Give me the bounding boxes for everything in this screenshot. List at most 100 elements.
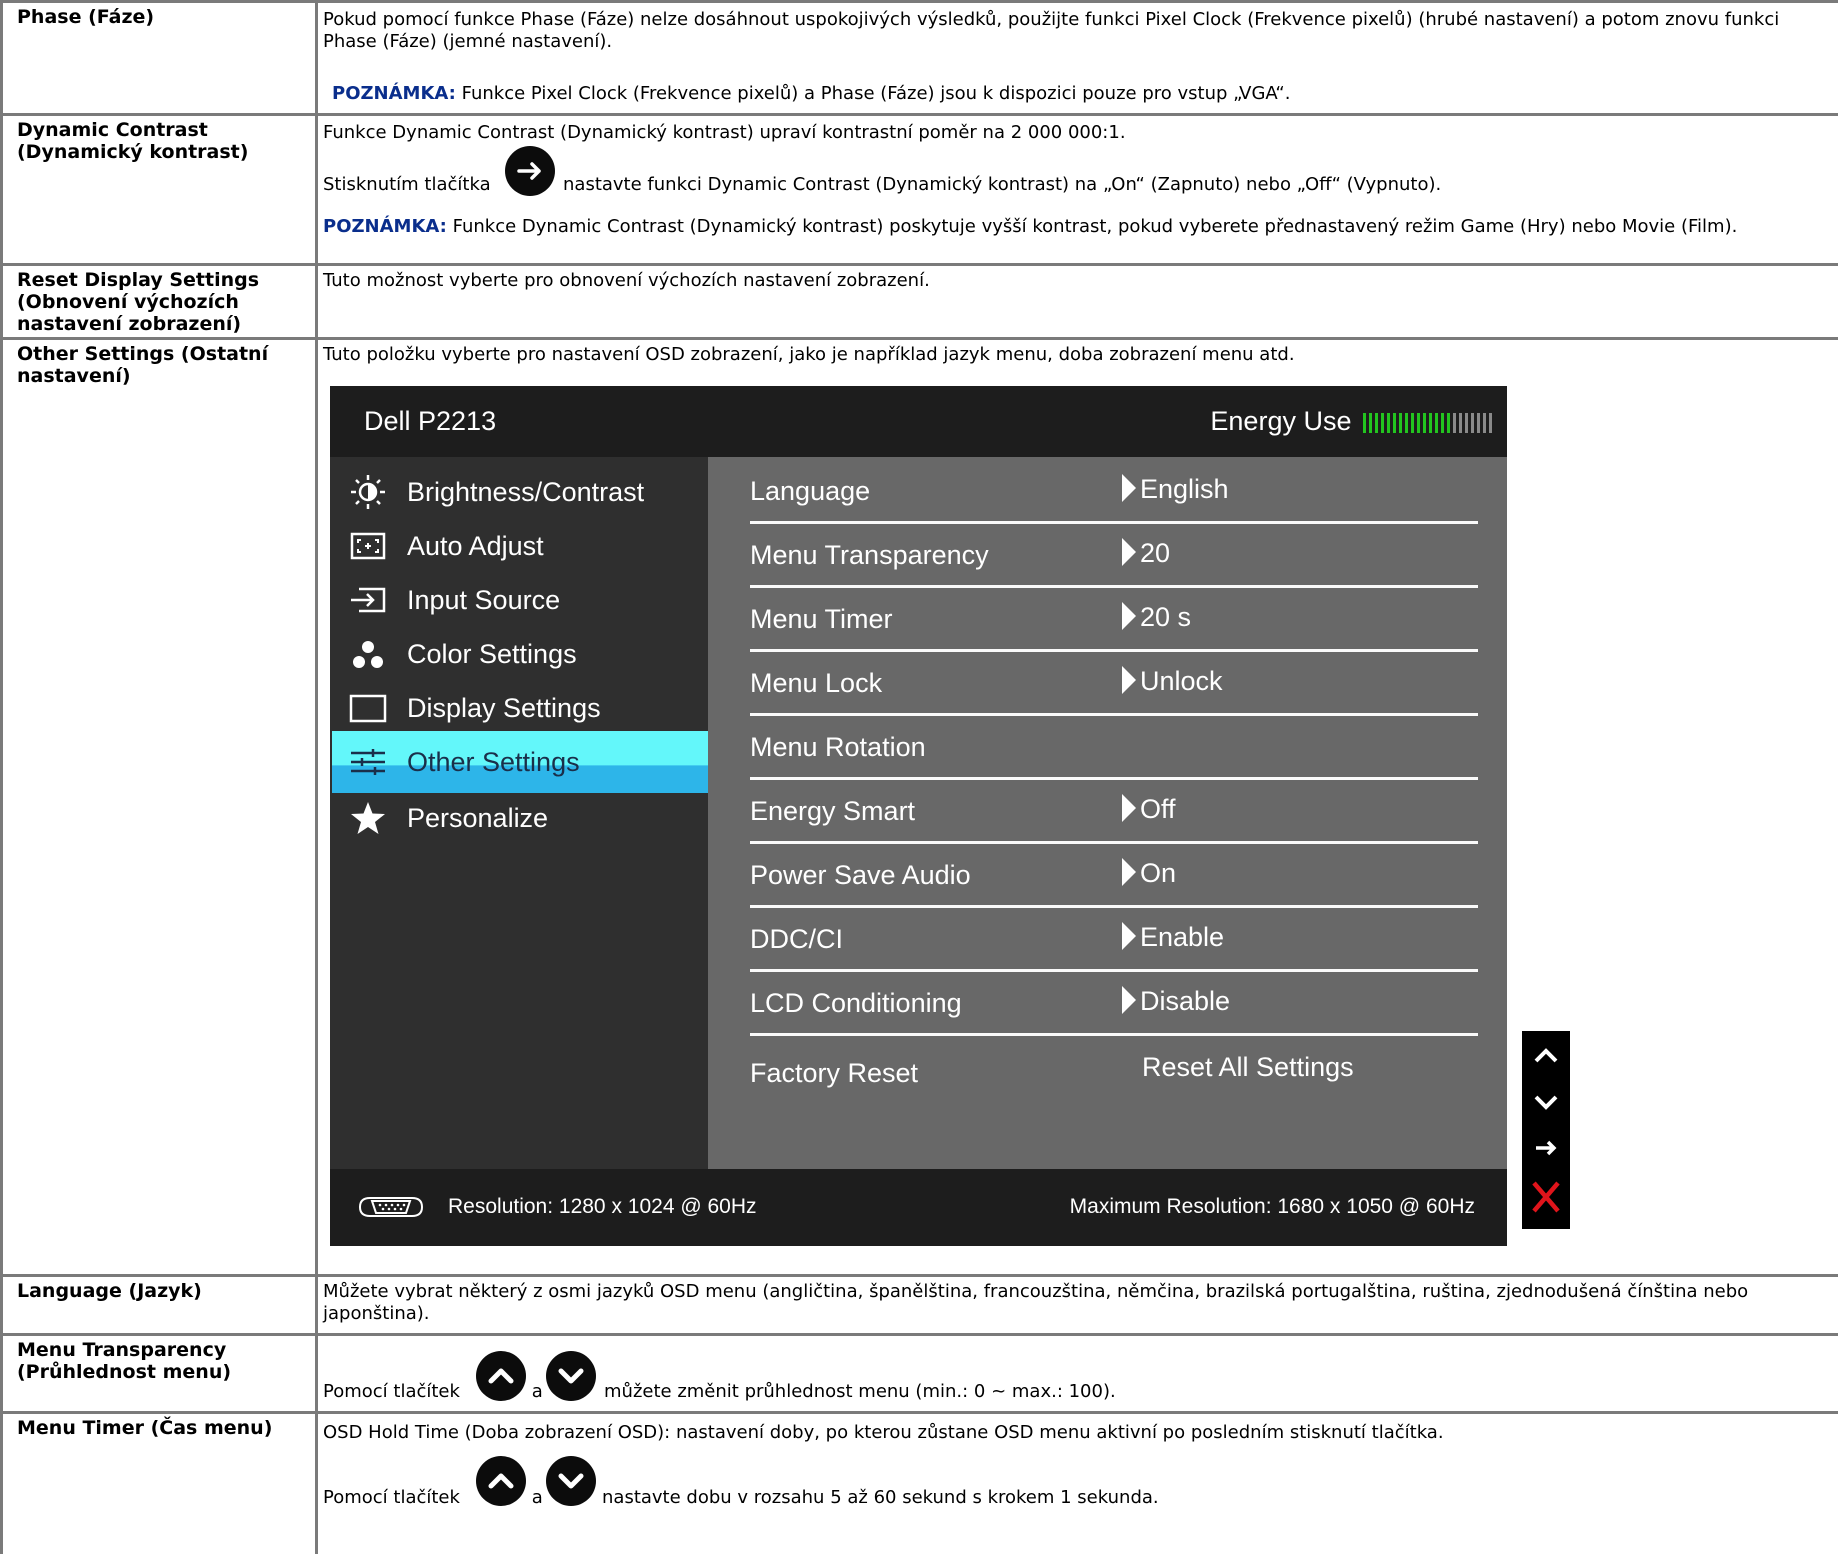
energy-meter-bar (1429, 412, 1432, 433)
osd-menu-label: Other Settings (407, 747, 580, 777)
osd-option-value: Disable (1122, 986, 1230, 1017)
osd-option-energy-smart[interactable]: Energy Smart Off (750, 780, 1478, 844)
osd-maximum-resolution: Maximum Resolution: 1680 x 1050 @ 60Hz (1069, 1195, 1475, 1218)
osd-option-name: Factory Reset (750, 1058, 919, 1088)
osd-option-name: DDC/CI (750, 924, 843, 954)
row-label-dynamic-contrast: Dynamic Contrast (Dynamický kontrast) (0, 116, 318, 263)
osd-option-name: Energy Smart (750, 796, 916, 826)
transparency-text-after: můžete změnit průhlednost menu (min.: 0 … (604, 1381, 1116, 1402)
energy-meter-bar (1441, 412, 1444, 433)
osd-title: Dell P2213 (364, 406, 497, 436)
energy-meter-bar (1423, 412, 1426, 433)
osd-menu-input-source[interactable]: Input Source (332, 569, 708, 631)
osd-left-menu: Brightness/Contrast Auto Adjust Input So… (330, 457, 708, 1169)
osd-menu-other-settings[interactable]: Other Settings (332, 731, 708, 793)
osd-option-menu-transparency[interactable]: Menu Transparency 20 (750, 524, 1478, 588)
triangle-right-icon (1122, 858, 1136, 886)
down-button-icon (546, 1351, 596, 1401)
energy-meter-bar (1387, 412, 1390, 433)
brightness-icon (351, 475, 385, 509)
dynamic-contrast-description: Funkce Dynamic Contrast (Dynamický kontr… (323, 122, 1126, 143)
osd-option-lcd-conditioning[interactable]: LCD Conditioning Disable (750, 972, 1478, 1036)
osd-menu-label: Brightness/Contrast (407, 477, 645, 507)
up-button-icon (476, 1456, 526, 1506)
row-label-menu-timer: Menu Timer (Čas menu) (0, 1414, 318, 1554)
osd-option-ddc-ci[interactable]: DDC/CI Enable (750, 908, 1478, 972)
instruction-before: Stisknutím tlačítka (323, 174, 491, 195)
down-button-icon (546, 1456, 596, 1506)
osd-menu-auto-adjust[interactable]: Auto Adjust (332, 515, 708, 577)
right-arrow-icon (1536, 1140, 1557, 1156)
instruction-after: nastavte funkci Dynamic Contrast (Dynami… (563, 174, 1442, 195)
osd-option-menu-lock[interactable]: Menu Lock Unlock (750, 652, 1478, 716)
color-settings-icon (353, 641, 383, 668)
dynamic-contrast-instruction: Stisknutím tlačítka nastavte funkci Dyna… (323, 146, 1826, 202)
other-settings-description: Tuto položku vyberte pro nastavení OSD z… (323, 344, 1295, 365)
auto-adjust-icon (350, 532, 386, 560)
close-icon (1532, 1181, 1560, 1213)
energy-meter-bar (1483, 412, 1486, 433)
transparency-text-before: Pomocí tlačítek (323, 1381, 460, 1402)
row-content-dynamic-contrast: Funkce Dynamic Contrast (Dynamický kontr… (318, 116, 1838, 263)
osd-menu-screenshot: Dell P2213 Energy Use Brightness/Contras… (330, 386, 1507, 1246)
osd-option-menu-rotation[interactable]: Menu Rotation (750, 716, 1478, 780)
row-content-language: Můžete vybrat některý z osmi jazyků OSD … (318, 1277, 1838, 1333)
energy-meter-bar (1399, 412, 1402, 433)
energy-meter-bar (1393, 412, 1396, 433)
table-row-phase: Phase (Fáze) Pokud pomocí funkce Phase (… (0, 3, 1838, 116)
osd-menu-label: Auto Adjust (407, 531, 544, 561)
osd-option-power-save-audio[interactable]: Power Save Audio On (750, 844, 1478, 908)
language-description: Můžete vybrat některý z osmi jazyků OSD … (323, 1281, 1749, 1324)
triangle-right-icon (1122, 922, 1136, 950)
right-arrow-button-icon (505, 146, 555, 196)
osd-option-name: Menu Timer (750, 604, 893, 634)
osd-menu-brightness-contrast[interactable]: Brightness/Contrast (332, 461, 708, 523)
osd-option-value: 20 s (1122, 602, 1191, 633)
up-button-icon (476, 1351, 526, 1401)
energy-meter-bar (1435, 412, 1438, 433)
osd-option-name: Language (750, 476, 871, 506)
osd-option-value: Unlock (1122, 666, 1223, 697)
energy-meter-bar (1381, 412, 1384, 433)
row-content-reset-display: Tuto možnost vyberte pro obnovení výchoz… (318, 266, 1838, 337)
note-label: POZNÁMKA: (323, 216, 447, 237)
row-content-menu-timer: OSD Hold Time (Doba zobrazení OSD): nast… (318, 1414, 1838, 1554)
table-row-reset-display: Reset Display Settings (Obnovení výchozí… (0, 266, 1838, 340)
osd-menu-display-settings[interactable]: Display Settings (332, 677, 708, 739)
star-icon (351, 802, 385, 834)
energy-meter-bar (1489, 412, 1492, 433)
osd-menu-color-settings[interactable]: Color Settings (332, 623, 708, 685)
energy-meter-bar (1363, 412, 1366, 433)
osd-option-menu-timer[interactable]: Menu Timer 20 s (750, 588, 1478, 652)
osd-header: Dell P2213 Energy Use (330, 386, 1507, 457)
table-row-dynamic-contrast: Dynamic Contrast (Dynamický kontrast) Fu… (0, 116, 1838, 266)
osd-option-language[interactable]: Language English (750, 460, 1478, 524)
osd-menu-label: Personalize (407, 803, 549, 833)
phase-description: Pokud pomocí funkce Phase (Fáze) nelze d… (323, 9, 1780, 52)
input-source-icon (351, 587, 386, 613)
energy-meter-bar (1375, 412, 1378, 433)
osd-option-value: On (1122, 858, 1176, 889)
table-row-menu-timer: Menu Timer (Čas menu) OSD Hold Time (Dob… (0, 1414, 1838, 1554)
triangle-right-icon (1122, 602, 1136, 630)
row-label-language: Language (Jazyk) (0, 1277, 318, 1333)
osd-option-name: Power Save Audio (750, 860, 971, 890)
osd-menu-label: Color Settings (407, 639, 577, 669)
row-content-menu-transparency: Pomocí tlačítek a můžete změnit průhledn… (318, 1336, 1838, 1411)
reset-display-description: Tuto možnost vyberte pro obnovení výchoz… (323, 270, 930, 291)
energy-meter-bar (1471, 412, 1474, 433)
row-label-phase: Phase (Fáze) (0, 3, 318, 113)
osd-option-value: 20 (1122, 538, 1170, 569)
note-label: POZNÁMKA: (332, 83, 456, 104)
triangle-right-icon (1122, 666, 1136, 694)
energy-meter-bar (1465, 412, 1468, 433)
osd-menu-personalize[interactable]: Personalize (332, 787, 708, 849)
triangle-right-icon (1122, 794, 1136, 822)
energy-meter-bar (1417, 412, 1420, 433)
timer-text-before: Pomocí tlačítek (323, 1487, 460, 1508)
osd-option-name: Menu Transparency (750, 540, 989, 570)
up-arrow-icon (1534, 1048, 1558, 1063)
energy-meter-bar (1369, 412, 1372, 433)
display-settings-icon (349, 694, 387, 723)
osd-option-factory-reset[interactable]: Factory Reset Reset All Settings (750, 1038, 1478, 1102)
